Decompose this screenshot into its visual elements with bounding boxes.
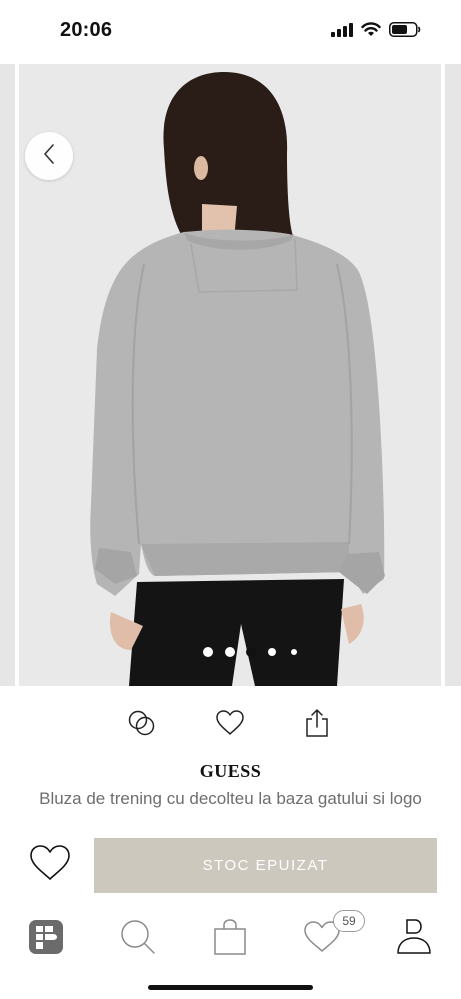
previous-slide-peek xyxy=(0,64,15,686)
status-bar: 20:06 xyxy=(0,0,461,62)
wishlist-count-badge: 59 xyxy=(333,910,365,932)
signal-icon xyxy=(331,22,353,42)
tab-home[interactable] xyxy=(24,917,68,961)
search-icon xyxy=(119,918,157,961)
back-button[interactable] xyxy=(25,132,73,180)
home-indicator xyxy=(148,985,313,990)
add-to-wishlist-button[interactable] xyxy=(209,704,251,746)
pagination-dot[interactable] xyxy=(203,647,213,657)
out-of-stock-button[interactable]: STOC EPUIZAT xyxy=(94,838,437,893)
bottom-tab-bar xyxy=(0,905,461,975)
account-icon xyxy=(395,918,433,961)
favorite-button[interactable] xyxy=(26,842,74,888)
pagination-dot-active[interactable] xyxy=(246,647,256,657)
compare-button[interactable] xyxy=(121,704,163,746)
product-actions xyxy=(0,704,461,746)
gallery-pagination[interactable] xyxy=(0,644,461,660)
tab-search[interactable] xyxy=(116,917,160,961)
wifi-icon xyxy=(361,22,381,42)
product-image[interactable] xyxy=(19,64,441,686)
home-logo-icon xyxy=(27,918,65,961)
tab-account[interactable] xyxy=(392,917,436,961)
chevron-left-icon xyxy=(42,143,56,170)
status-icons xyxy=(331,22,421,42)
pagination-dot[interactable] xyxy=(268,648,276,656)
tab-bag[interactable] xyxy=(208,917,252,961)
heart-icon xyxy=(215,709,245,742)
share-icon xyxy=(304,708,330,743)
status-time: 20:06 xyxy=(60,19,113,41)
pagination-dot[interactable] xyxy=(225,647,235,657)
share-button[interactable] xyxy=(296,704,338,746)
battery-icon xyxy=(389,22,421,42)
bag-icon xyxy=(212,918,248,961)
product-image-gallery[interactable] xyxy=(0,64,461,686)
brand-name[interactable]: GUESS xyxy=(0,761,461,782)
pagination-dot[interactable] xyxy=(291,649,297,655)
next-slide-peek xyxy=(445,64,461,686)
heart-icon xyxy=(29,844,71,887)
compare-icon xyxy=(127,708,157,743)
model-illustration xyxy=(19,64,441,686)
product-title: Bluza de trening cu decolteu la baza gat… xyxy=(39,789,422,808)
